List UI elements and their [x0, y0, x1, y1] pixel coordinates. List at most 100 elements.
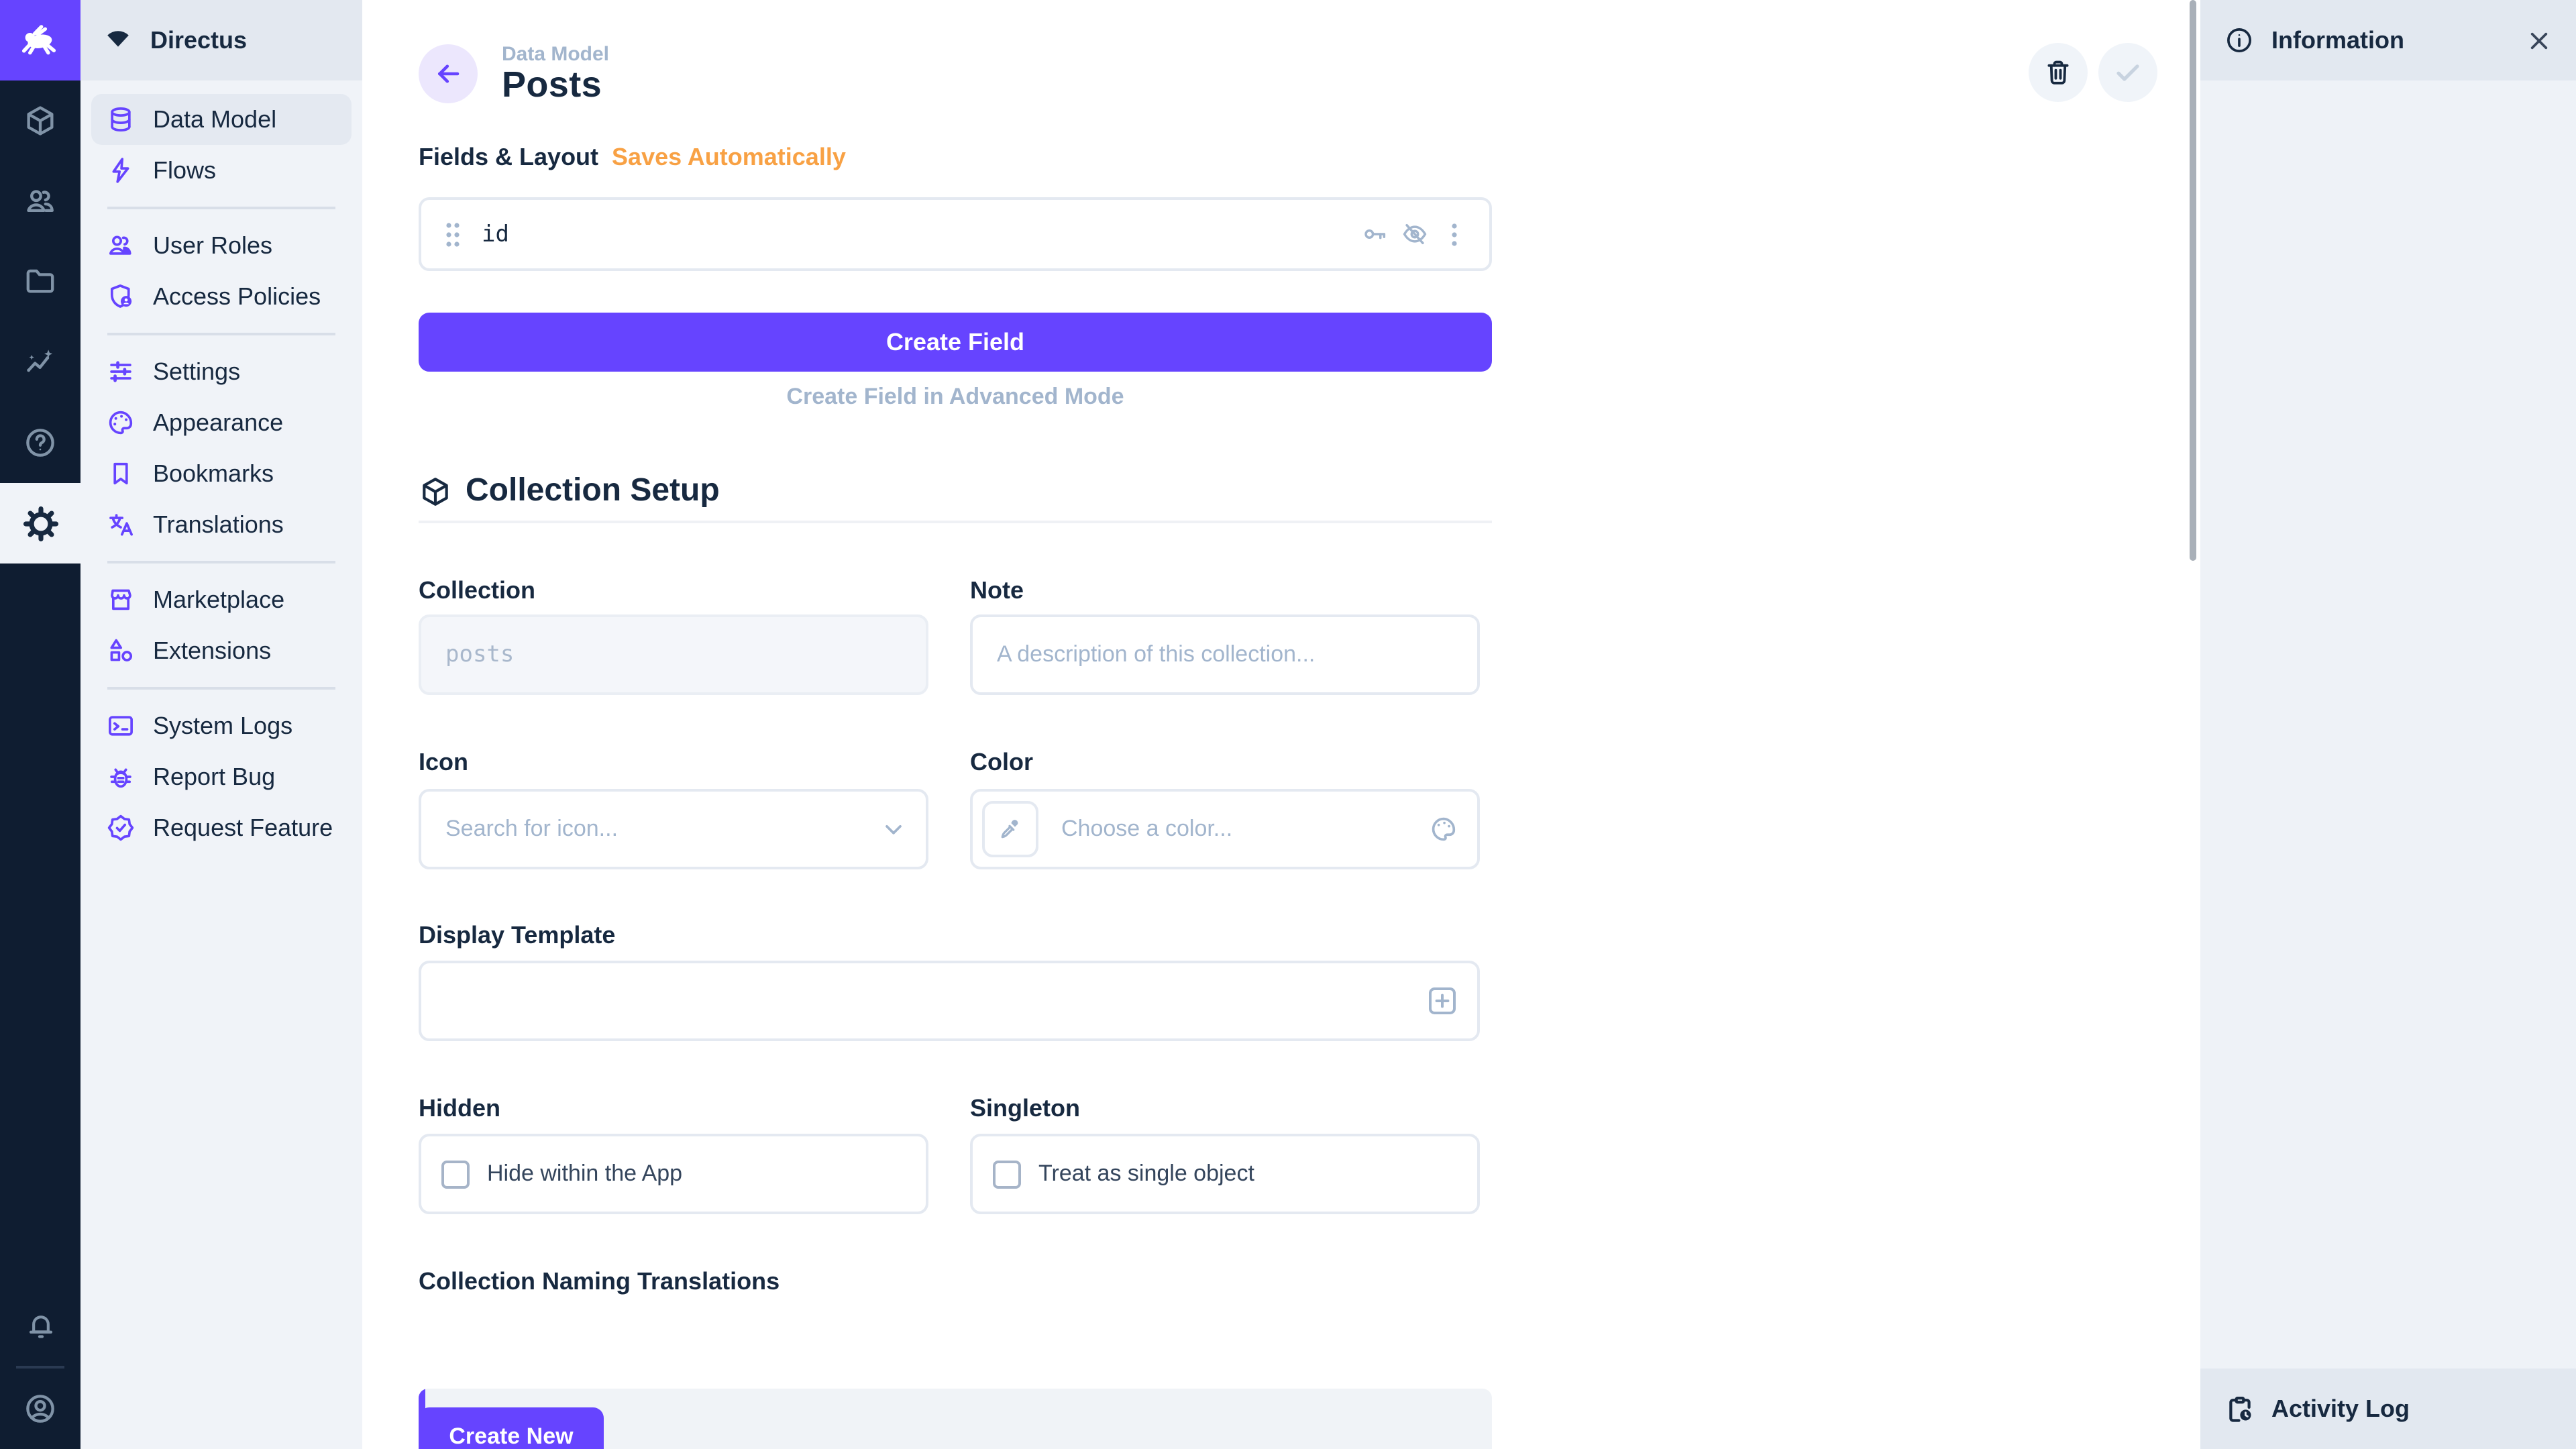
plus-box-icon[interactable]: [1426, 985, 1458, 1017]
sidebar-item-request-feature[interactable]: Request Feature: [91, 802, 352, 853]
delete-collection-button[interactable]: [2029, 43, 2088, 102]
collection-setup-heading: Collection Setup: [466, 472, 720, 510]
save-button[interactable]: [2098, 43, 2157, 102]
sidebar-item-data-model[interactable]: Data Model: [91, 94, 352, 145]
back-button[interactable]: [419, 44, 478, 103]
create-field-advanced-link[interactable]: Create Field in Advanced Mode: [419, 384, 1492, 411]
storefront-icon: [106, 585, 136, 614]
color-input[interactable]: [973, 792, 1477, 867]
module-content-icon[interactable]: [0, 80, 80, 161]
account-circle-icon[interactable]: [0, 1368, 80, 1449]
field-row-id[interactable]: id: [419, 197, 1492, 271]
eyedropper-icon: [982, 801, 1038, 857]
sidebar-item-label: User Roles: [153, 231, 272, 260]
sidebar-item-settings[interactable]: Settings: [91, 346, 352, 397]
sidebar-divider: [107, 561, 335, 564]
sidebar-item-translations[interactable]: Translations: [91, 499, 352, 550]
autosave-note: Saves Automatically: [612, 144, 846, 172]
sidebar-item-system-logs[interactable]: System Logs: [91, 700, 352, 751]
sidebar-nav: Data Model Flows: [80, 80, 362, 867]
sidebar-item-extensions[interactable]: Extensions: [91, 625, 352, 676]
project-name: Directus: [150, 26, 247, 54]
collection-input: [421, 617, 926, 692]
sidebar-item-label: Extensions: [153, 637, 271, 665]
create-new-translation-button[interactable]: Create New: [419, 1407, 604, 1449]
key-icon: [1360, 220, 1389, 248]
singleton-checkbox-field[interactable]: Treat as single object: [970, 1134, 1480, 1214]
field-name: id: [482, 221, 509, 248]
display-template-input-wrap[interactable]: [419, 961, 1480, 1041]
eye-off-icon[interactable]: [1401, 220, 1429, 248]
terminal-icon: [106, 711, 136, 741]
create-field-button[interactable]: Create Field: [419, 313, 1492, 372]
palette-icon[interactable]: [1429, 814, 1458, 844]
module-settings-icon[interactable]: [0, 483, 80, 564]
hidden-label: Hidden: [419, 1095, 928, 1123]
drag-handle-icon[interactable]: [443, 217, 463, 252]
bolt-icon: [106, 156, 136, 185]
sidebar-item-label: Flows: [153, 156, 216, 184]
collection-input-wrap: [419, 614, 928, 695]
main-content: Data Model Posts Fields & Layout Saves A…: [362, 0, 2200, 1449]
display-template-label: Display Template: [419, 922, 615, 950]
singleton-checkbox[interactable]: [993, 1160, 1021, 1188]
hidden-checkbox[interactable]: [441, 1160, 470, 1188]
icon-search-input[interactable]: [421, 792, 926, 867]
information-panel-header[interactable]: Information: [2200, 0, 2576, 80]
sidebar-item-label: Data Model: [153, 105, 276, 133]
sidebar-item-label: Request Feature: [153, 814, 333, 842]
breadcrumb[interactable]: Data Model: [502, 43, 609, 66]
chevron-down-icon[interactable]: [880, 816, 907, 843]
activity-log-icon: [2224, 1393, 2255, 1424]
arrow-left-icon: [432, 58, 464, 90]
note-label: Note: [970, 577, 1480, 605]
close-icon[interactable]: [2526, 28, 2552, 53]
project-selector[interactable]: Directus: [80, 0, 362, 80]
sidebar-item-label: System Logs: [153, 712, 292, 740]
activity-log-toggle[interactable]: Activity Log: [2200, 1368, 2576, 1449]
check-icon: [2112, 56, 2144, 89]
icon-select-wrap: [419, 789, 928, 869]
sidebar-item-label: Access Policies: [153, 282, 321, 311]
sidebar-item-user-roles[interactable]: User Roles: [91, 220, 352, 271]
database-icon: [106, 105, 136, 134]
directus-logo[interactable]: [0, 0, 80, 80]
shield-user-icon: [106, 282, 136, 311]
translate-icon: [106, 510, 136, 539]
sidebar-item-bookmarks[interactable]: Bookmarks: [91, 448, 352, 499]
sidebar-item-access-policies[interactable]: Access Policies: [91, 271, 352, 322]
sidebar-divider: [107, 207, 335, 209]
rabbit-icon: [17, 17, 63, 63]
sidebar-item-label: Appearance: [153, 409, 283, 437]
sidebar-item-label: Settings: [153, 358, 240, 386]
kebab-menu-icon[interactable]: [1441, 219, 1468, 249]
collection-label: Collection: [419, 577, 928, 605]
translations-label: Collection Naming Translations: [419, 1268, 780, 1296]
sidebar-divider: [107, 333, 335, 335]
sidebar-item-appearance[interactable]: Appearance: [91, 397, 352, 448]
main-scrollbar[interactable]: [2190, 0, 2196, 561]
fields-layout-heading: Fields & Layout: [419, 144, 598, 172]
module-users-icon[interactable]: [0, 161, 80, 241]
sidebar-item-marketplace[interactable]: Marketplace: [91, 574, 352, 625]
bookmark-icon: [106, 459, 136, 488]
sidebar-item-label: Marketplace: [153, 586, 284, 614]
trash-icon: [2043, 58, 2073, 87]
sidebar-item-flows[interactable]: Flows: [91, 145, 352, 196]
module-help-icon[interactable]: [0, 402, 80, 483]
directus-app: Directus Data Model Flows: [0, 0, 2576, 1449]
notifications-bell-icon[interactable]: [0, 1285, 80, 1366]
icon-label: Icon: [419, 749, 928, 777]
module-files-icon[interactable]: [0, 241, 80, 322]
sidebar-item-label: Translations: [153, 511, 284, 539]
sidebar-divider: [107, 687, 335, 690]
badge-check-icon: [106, 813, 136, 843]
hidden-checkbox-label: Hide within the App: [487, 1161, 682, 1187]
sidebar-item-label: Report Bug: [153, 763, 275, 791]
box-icon: [419, 474, 452, 508]
sidebar-item-label: Bookmarks: [153, 460, 274, 488]
hidden-checkbox-field[interactable]: Hide within the App: [419, 1134, 928, 1214]
module-insights-icon[interactable]: [0, 322, 80, 402]
note-input[interactable]: [973, 617, 1477, 692]
sidebar-item-report-bug[interactable]: Report Bug: [91, 751, 352, 802]
